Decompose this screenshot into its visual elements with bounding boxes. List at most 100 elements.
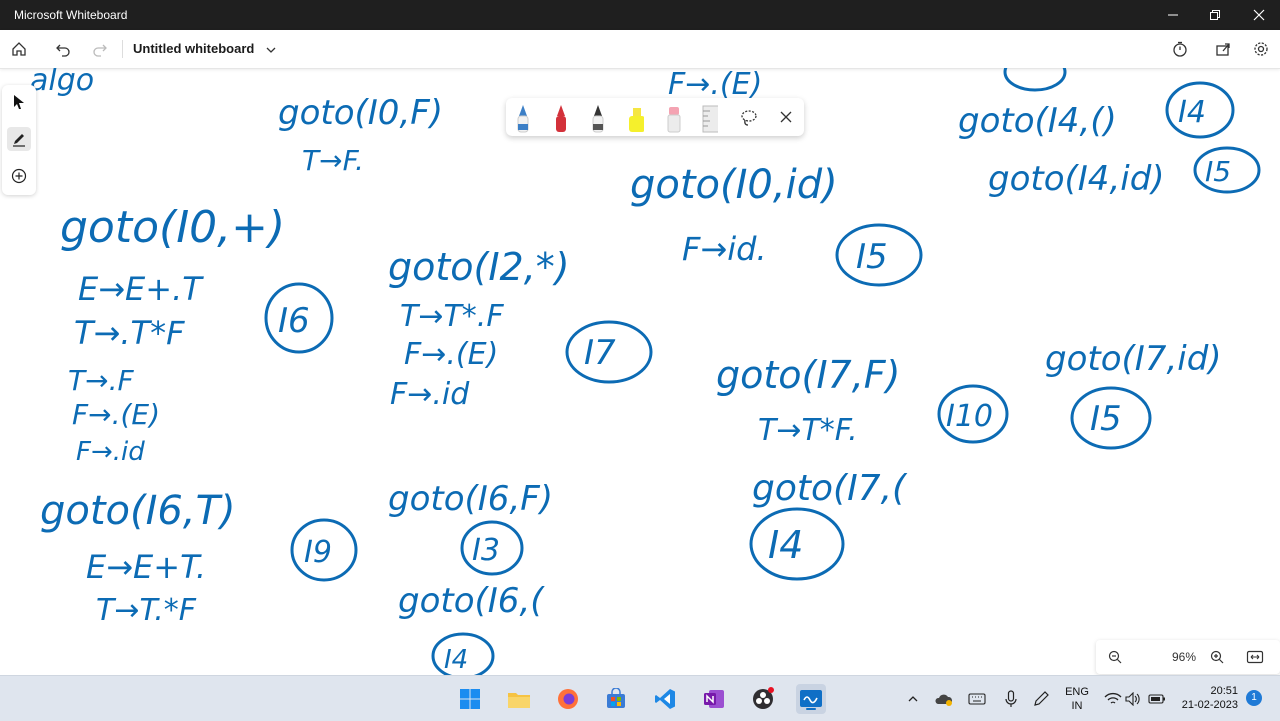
share-button[interactable] bbox=[1212, 38, 1234, 60]
ruler-icon[interactable] bbox=[700, 104, 718, 134]
red-pen-icon[interactable] bbox=[552, 104, 570, 134]
close-window-button[interactable] bbox=[1236, 0, 1280, 30]
pointer-icon bbox=[14, 95, 24, 109]
close-icon[interactable] bbox=[779, 110, 797, 140]
keyboard-button[interactable] bbox=[962, 684, 992, 714]
ink-text: I9 bbox=[304, 535, 332, 570]
ink-text: I4 bbox=[444, 645, 468, 675]
battery-icon bbox=[1148, 694, 1165, 704]
timer-icon bbox=[1173, 41, 1187, 57]
share-icon bbox=[1216, 43, 1230, 56]
ink-text: goto(I0,id) bbox=[630, 162, 838, 208]
ink-text: goto(I2,*) bbox=[388, 245, 570, 289]
ink-text: goto(I4,id) bbox=[988, 159, 1165, 199]
highlighter-icon[interactable] bbox=[626, 104, 644, 134]
ink-text: goto(I7,( bbox=[752, 468, 908, 509]
microphone-button[interactable] bbox=[996, 684, 1026, 714]
keyboard-icon bbox=[968, 693, 986, 705]
notification-badge[interactable]: 1 bbox=[1246, 690, 1262, 706]
ink-text: I4 bbox=[768, 523, 803, 567]
ink-text: goto(I7,F) bbox=[716, 353, 901, 397]
ink-text: algo bbox=[30, 68, 94, 98]
settings-button[interactable] bbox=[1250, 38, 1272, 60]
onedrive-button[interactable] bbox=[928, 684, 958, 714]
fit-to-screen-button[interactable] bbox=[1244, 646, 1266, 668]
lasso-select-icon[interactable] bbox=[739, 108, 757, 138]
close-icon bbox=[1253, 9, 1265, 21]
store-button[interactable] bbox=[601, 684, 631, 714]
ink-text: T→T*.F bbox=[400, 299, 504, 334]
obs-button[interactable] bbox=[748, 684, 778, 714]
language-code: ENG bbox=[1065, 686, 1089, 698]
file-explorer-button[interactable] bbox=[504, 684, 534, 714]
onenote-icon bbox=[704, 690, 724, 708]
zoom-control: 96% bbox=[1096, 640, 1280, 674]
ink-text: T→F. bbox=[302, 144, 364, 177]
folder-icon bbox=[508, 693, 530, 708]
whiteboard-app-button[interactable] bbox=[796, 684, 826, 714]
eraser-icon[interactable] bbox=[665, 104, 683, 134]
title-bar: Microsoft Whiteboard bbox=[0, 0, 1280, 30]
add-button[interactable] bbox=[7, 164, 31, 188]
plus-circle-icon bbox=[11, 168, 27, 184]
ink-text: goto(I6,F) bbox=[388, 479, 553, 519]
zoom-out-button[interactable] bbox=[1104, 646, 1126, 668]
firefox-button[interactable] bbox=[553, 684, 583, 714]
undo-button[interactable] bbox=[52, 38, 74, 60]
ink-text: I10 bbox=[946, 399, 993, 434]
start-button[interactable] bbox=[455, 684, 485, 714]
vscode-icon bbox=[655, 689, 675, 709]
ink-text: E→E+T. bbox=[86, 548, 206, 586]
pen-icon bbox=[13, 134, 25, 147]
ink-text: T→T.*F bbox=[96, 593, 197, 628]
gear-icon bbox=[1254, 42, 1268, 56]
input-language[interactable]: ENG IN bbox=[1064, 685, 1090, 713]
title-dropdown-button[interactable] bbox=[260, 39, 282, 61]
ink-text: goto(I0,+) bbox=[60, 202, 285, 253]
zoom-out-icon bbox=[1108, 650, 1122, 664]
whiteboard-canvas[interactable]: algo goto(I0,F) T→F. F→.(E) goto(I0,id) … bbox=[0, 68, 1280, 675]
volume-icon bbox=[1125, 692, 1140, 706]
chevron-down-icon bbox=[266, 47, 276, 53]
whiteboard-icon bbox=[800, 690, 822, 710]
taskbar: ENG IN 20:51 21-02-2023 1 bbox=[0, 675, 1280, 721]
ink-text: I5 bbox=[1205, 155, 1231, 188]
clock[interactable]: 20:51 21-02-2023 bbox=[1176, 684, 1238, 712]
onenote-button[interactable] bbox=[699, 684, 729, 714]
show-hidden-icons-button[interactable] bbox=[898, 684, 928, 714]
pen-tray bbox=[506, 98, 804, 136]
battery-button[interactable] bbox=[1142, 684, 1172, 714]
ink-text: goto(I6,( bbox=[398, 581, 545, 621]
ink-text: F→.(E) bbox=[404, 337, 498, 372]
home-button[interactable] bbox=[8, 38, 30, 60]
zoom-in-icon bbox=[1210, 650, 1224, 664]
ink-text: I5 bbox=[856, 237, 888, 277]
pen-menu-icon bbox=[1034, 691, 1049, 706]
minimize-icon bbox=[1168, 14, 1178, 16]
ink-text: goto(I4,() bbox=[958, 101, 1117, 141]
redo-button[interactable] bbox=[89, 38, 111, 60]
black-pen-icon[interactable] bbox=[589, 104, 607, 134]
minimize-button[interactable] bbox=[1150, 0, 1196, 30]
ink-text: F→.id bbox=[390, 377, 470, 412]
blue-pen-icon[interactable] bbox=[514, 104, 532, 134]
ink-text: goto(I0,F) bbox=[278, 93, 443, 133]
ink-layer: algo goto(I0,F) T→F. F→.(E) goto(I0,id) … bbox=[30, 68, 1261, 675]
ink-tool-button[interactable] bbox=[7, 127, 31, 151]
firefox-icon bbox=[558, 689, 578, 709]
timer-button[interactable] bbox=[1169, 38, 1191, 60]
microphone-icon bbox=[1005, 690, 1017, 707]
select-tool-button[interactable] bbox=[7, 90, 31, 114]
restore-button[interactable] bbox=[1192, 0, 1238, 30]
time-label: 20:51 bbox=[1210, 685, 1238, 697]
fit-screen-icon bbox=[1246, 650, 1264, 664]
undo-icon bbox=[56, 44, 70, 57]
ink-text: F→.(E) bbox=[668, 68, 762, 102]
whiteboard-title[interactable]: Untitled whiteboard bbox=[133, 41, 254, 56]
ink-text: goto(I6,T) bbox=[40, 488, 236, 534]
pen-menu-button[interactable] bbox=[1026, 684, 1056, 714]
ink-text: I6 bbox=[278, 301, 310, 341]
vscode-button[interactable] bbox=[650, 684, 680, 714]
obs-icon bbox=[753, 687, 774, 709]
zoom-in-button[interactable] bbox=[1206, 646, 1228, 668]
